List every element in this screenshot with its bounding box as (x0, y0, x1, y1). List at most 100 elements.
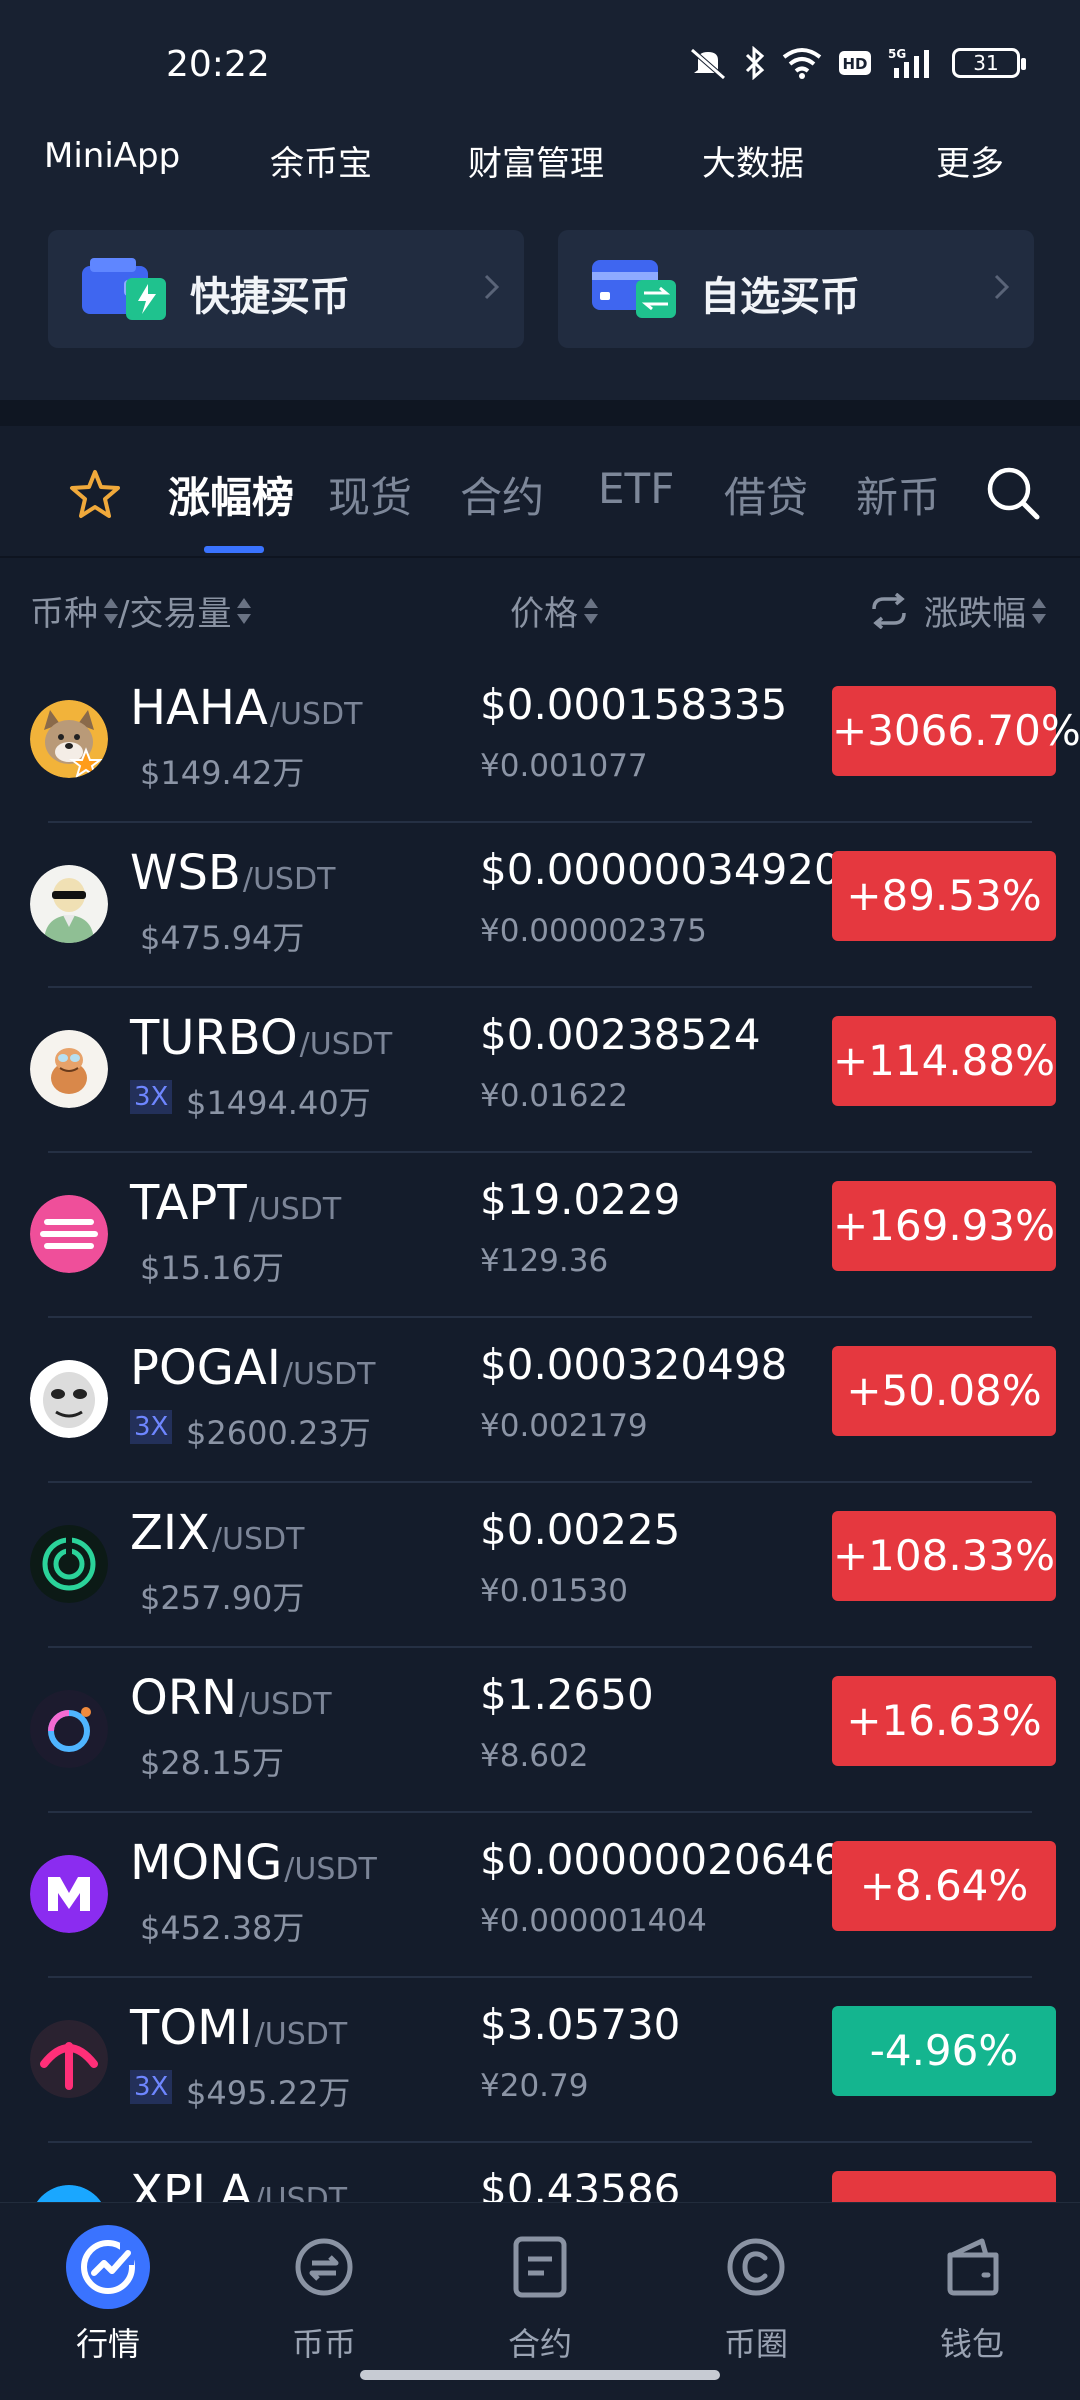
svg-text:HD: HD (842, 55, 867, 73)
coin-symbol: TAPT/USDT (130, 1175, 342, 1231)
coin-volume: $15.16万 (140, 1249, 284, 1287)
mong-logo (30, 1855, 108, 1933)
column-volume-label: /交易量 (118, 594, 232, 634)
column-coin-volume[interactable]: 币种 /交易量 (30, 586, 252, 635)
tab-spot[interactable]: 现货 (328, 464, 412, 525)
nav-miniapp[interactable]: MiniApp (44, 136, 180, 176)
sort-icon (104, 596, 118, 626)
table-row[interactable]: POGAI/USDT 3X $2600.23万 $0.000320498 ¥0.… (0, 1318, 1080, 1483)
change-badge[interactable]: +3066.70% (832, 686, 1080, 776)
toggle-cycle-icon[interactable] (866, 592, 912, 629)
change-badge[interactable]: -4.96% (832, 2006, 1056, 2096)
battery-icon: 31 (952, 48, 1026, 78)
table-row[interactable]: XPLA/USDT $0.43586 (0, 2143, 1080, 2202)
column-price[interactable]: 价格 (510, 586, 598, 635)
coin-price: $0.000158335 (480, 680, 788, 729)
market-tabs: 涨幅榜 现货 合约 ETF 借贷 新币 (0, 426, 1080, 556)
change-badge[interactable]: +89.53% (832, 851, 1056, 941)
nav-wealth-management[interactable]: 财富管理 (468, 136, 604, 185)
quick-buy-card[interactable]: 快捷买币 (48, 230, 524, 348)
table-row[interactable]: MONG/USDT $452.38万 $0.00000020646 ¥0.000… (0, 1813, 1080, 1978)
custom-buy-card[interactable]: 自选买币 (558, 230, 1034, 348)
xpla-logo (30, 2185, 108, 2202)
change-badge[interactable]: +169.93% (832, 1181, 1056, 1271)
leverage-badge: 3X (130, 1410, 173, 1444)
active-tab-indicator (204, 546, 264, 553)
coin-price-cny: ¥8.602 (480, 1738, 589, 1774)
bottom-nav-spot[interactable]: 币币 (216, 2217, 432, 2367)
table-row[interactable]: ORN/USDT $28.15万 $1.2650 ¥8.602 +16.63% (0, 1648, 1080, 1813)
coin-symbol: POGAI/USDT (130, 1340, 376, 1396)
tab-top-gainers[interactable]: 涨幅榜 (168, 464, 294, 525)
coin-symbol: TOMI/USDT (130, 2000, 348, 2056)
column-change-label: 涨跌幅 (924, 594, 1026, 634)
home-indicator[interactable] (360, 2370, 720, 2380)
table-row[interactable]: TOMI/USDT 3X $495.22万 $3.05730 ¥20.79 -4… (0, 1978, 1080, 2143)
change-badge[interactable]: +108.33% (832, 1511, 1056, 1601)
coin-volume: $149.42万 (140, 754, 305, 792)
coin-volume: $452.38万 (140, 1909, 305, 1947)
sort-icon (237, 596, 252, 626)
bottom-nav-community[interactable]: 币圈 (648, 2217, 864, 2367)
coin-volume: $495.22万 (186, 2074, 351, 2112)
table-row[interactable]: TAPT/USDT $15.16万 $19.0229 ¥129.36 +169.… (0, 1153, 1080, 1318)
tab-new-coins[interactable]: 新币 (856, 464, 940, 525)
quick-buy-label: 快捷买币 (190, 274, 350, 320)
coin-volume: $257.90万 (140, 1579, 305, 1617)
coin-price: $0.00000020646 (480, 1835, 841, 1884)
bottom-nav-futures[interactable]: 合约 (432, 2217, 648, 2367)
change-badge[interactable]: +8.64% (832, 1841, 1056, 1931)
coin-price: $0.00000034920 (480, 845, 841, 894)
sort-icon (584, 596, 598, 626)
table-row[interactable]: TURBO/USDT 3X $1494.40万 $0.00238524 ¥0.0… (0, 988, 1080, 1153)
change-badge[interactable]: +16.63% (832, 1676, 1056, 1766)
nav-more[interactable]: 更多 (936, 136, 1004, 185)
status-bar: 20:22 HD 5G 31 (0, 0, 1080, 120)
bottom-nav-spot-label: 币币 (291, 2325, 356, 2363)
coin-price-cny: ¥0.01622 (480, 1078, 628, 1114)
change-badge[interactable]: +114.88% (832, 1016, 1056, 1106)
table-row[interactable]: ZIX/USDT $257.90万 $0.00225 ¥0.01530 +108… (0, 1483, 1080, 1648)
exchange-circle-icon (295, 2238, 353, 2296)
market-chart-icon (66, 2225, 150, 2309)
bottom-nav-market[interactable]: 行情 (0, 2217, 216, 2367)
tab-etf[interactable]: ETF (598, 464, 674, 513)
coin-price: $3.05730 (480, 2000, 681, 2049)
coin-price: $0.00238524 (480, 1010, 761, 1059)
bottom-nav-community-label: 币圈 (723, 2325, 788, 2363)
coin-symbol: ORN/USDT (130, 1670, 332, 1726)
zix-logo (30, 1525, 108, 1603)
haha-logo (30, 700, 108, 778)
tab-futures[interactable]: 合约 (460, 464, 544, 525)
leverage-badge: 3X (130, 1080, 173, 1114)
favorites-star-icon[interactable] (68, 468, 122, 520)
nav-yubibao[interactable]: 余币宝 (270, 136, 372, 185)
coin-symbol: MONG/USDT (130, 1835, 377, 1891)
mute-bell-icon (690, 48, 726, 80)
bottom-nav-market-label: 行情 (75, 2325, 140, 2363)
nav-big-data[interactable]: 大数据 (702, 136, 804, 185)
coin-price-cny: ¥0.000001404 (480, 1903, 707, 1939)
coin-symbol: ZIX/USDT (130, 1505, 305, 1561)
column-change[interactable]: 涨跌幅 (866, 586, 1046, 635)
bottom-nav-wallet[interactable]: 钱包 (864, 2217, 1080, 2367)
wallet-icon (947, 2238, 999, 2296)
top-navigation: MiniApp 余币宝 财富管理 大数据 更多 快捷买币 自选买币 (0, 120, 1080, 400)
table-row[interactable]: HAHA/USDT $149.42万 $0.000158335 ¥0.00107… (0, 658, 1080, 823)
coin-volume: $475.94万 (140, 919, 305, 957)
change-badge[interactable] (832, 2171, 1056, 2202)
search-icon[interactable] (984, 464, 1042, 522)
coin-price: $0.43586 (480, 2165, 681, 2202)
coin-price: $1.2650 (480, 1670, 654, 1719)
svg-text:5G: 5G (888, 47, 906, 61)
coin-price: $0.00225 (480, 1505, 681, 1554)
table-row[interactable]: WSB/USDT $475.94万 $0.00000034920 ¥0.0000… (0, 823, 1080, 988)
bottom-nav-wallet-label: 钱包 (939, 2325, 1004, 2363)
column-price-label: 价格 (510, 594, 578, 634)
wsb-logo (30, 865, 108, 943)
coin-volume: $28.15万 (140, 1744, 284, 1782)
tab-lending[interactable]: 借贷 (724, 464, 808, 525)
tomi-logo (30, 2020, 108, 2098)
change-badge[interactable]: +50.08% (832, 1346, 1056, 1436)
coin-symbol: WSB/USDT (130, 845, 336, 901)
